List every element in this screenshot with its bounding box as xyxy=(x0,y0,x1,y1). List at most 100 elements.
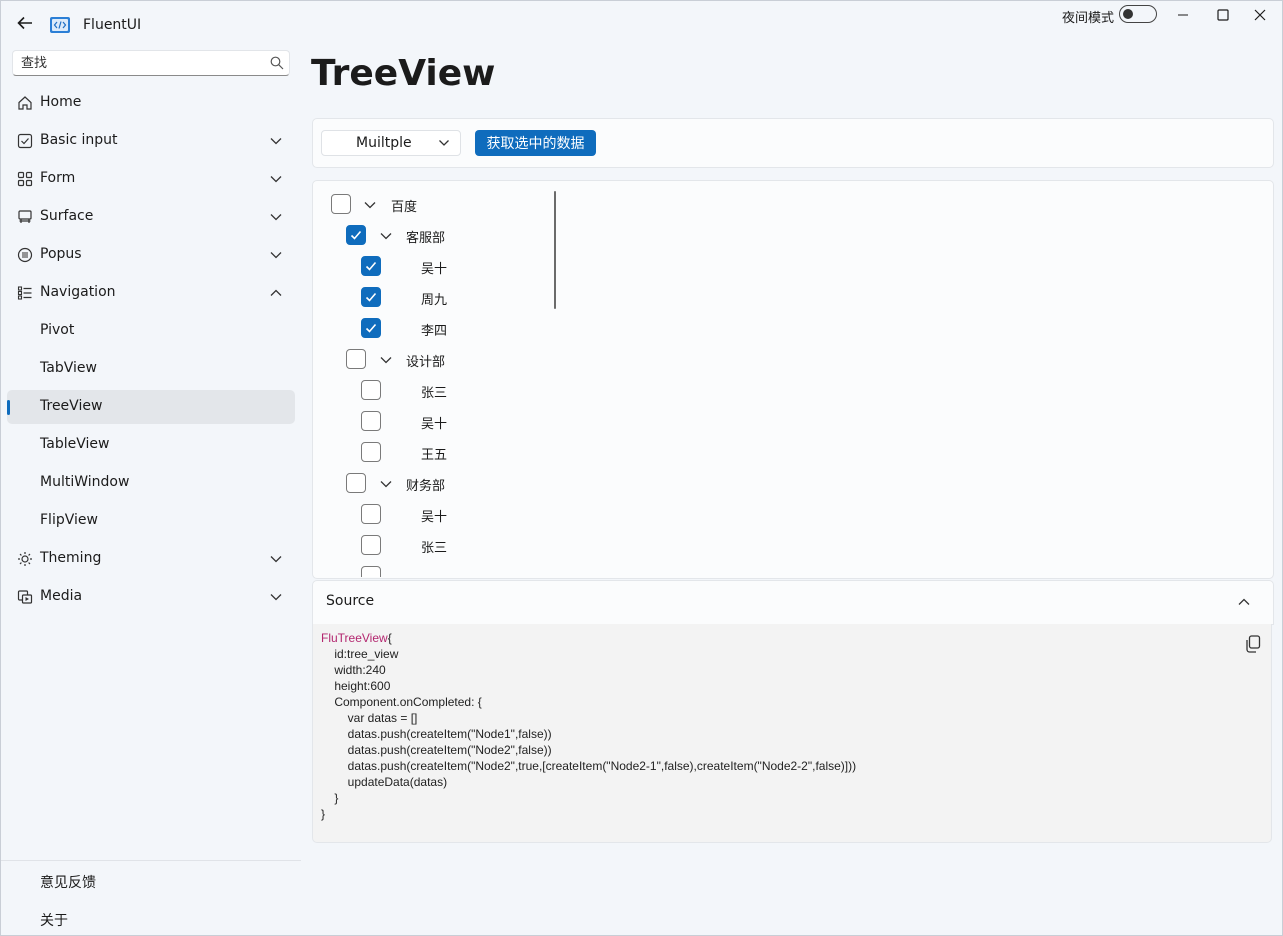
code-body: { id:tree_view width:240 height:600 Comp… xyxy=(321,631,857,821)
checkmark-icon xyxy=(365,292,377,302)
nav-item-label: TableView xyxy=(40,436,110,452)
copy-icon[interactable] xyxy=(1243,634,1263,654)
nav-item-label: Basic input xyxy=(40,132,118,148)
select-mode-value: Muiltple xyxy=(356,135,412,151)
nav-item-home[interactable]: Home xyxy=(7,86,295,120)
search-icon[interactable] xyxy=(270,56,284,70)
nav-item-media[interactable]: Media xyxy=(7,580,295,614)
feedback-link[interactable]: 意见反馈 xyxy=(40,872,96,892)
nav-item-label: Home xyxy=(40,94,82,110)
tree-checkbox[interactable] xyxy=(361,535,381,555)
nav-item-popus[interactable]: Popus xyxy=(7,238,295,272)
get-selected-data-button[interactable]: 获取选中的数据 xyxy=(475,130,596,156)
tree-node[interactable] xyxy=(312,561,552,577)
tree-node-label: 百度 xyxy=(391,200,418,215)
about-link[interactable]: 关于 xyxy=(40,910,68,930)
nav-item-navigation[interactable]: Navigation xyxy=(7,276,295,310)
tree-checkbox[interactable] xyxy=(361,380,381,400)
tree-scrollbar[interactable] xyxy=(554,191,556,309)
tree-checkbox[interactable] xyxy=(361,504,381,524)
tree-node-label: 吴十 xyxy=(421,417,448,432)
select-mode-combobox[interactable]: Muiltple xyxy=(321,130,461,156)
chevron-down-icon xyxy=(270,556,282,563)
chevron-down-icon xyxy=(270,594,282,601)
tree-node-label: 财务部 xyxy=(406,479,446,494)
tree-node[interactable]: 客服部 xyxy=(312,220,552,251)
home-icon xyxy=(18,96,32,110)
nav-item-form[interactable]: Form xyxy=(7,162,295,196)
close-button[interactable] xyxy=(1237,1,1283,29)
tree-view: 百度 客服部 吴十 周九 李四 设计部 张三 吴十 王五 财务部 吴十 张三 xyxy=(312,181,1272,577)
nav-item-treeview[interactable]: TreeView xyxy=(7,390,295,424)
tree-node[interactable]: 吴十 xyxy=(312,499,552,530)
tree-checkbox[interactable] xyxy=(361,318,381,338)
tree-checkbox[interactable] xyxy=(361,411,381,431)
nav-item-label: TreeView xyxy=(40,398,103,414)
tree-node-label: 张三 xyxy=(421,386,448,401)
sidebar-divider xyxy=(1,860,301,861)
minimize-icon xyxy=(1178,14,1188,16)
tree-checkbox[interactable] xyxy=(346,225,366,245)
tree-checkbox[interactable] xyxy=(361,256,381,276)
nav-item-tabview[interactable]: TabView xyxy=(7,352,295,386)
tree-node[interactable]: 周九 xyxy=(312,282,552,313)
close-icon xyxy=(1254,9,1266,21)
chevron-down-icon[interactable] xyxy=(363,198,377,212)
chevron-up-icon[interactable] xyxy=(1237,595,1251,609)
nav-item-label: Popus xyxy=(40,246,82,262)
media-icon xyxy=(17,590,33,604)
tree-node-label: 张三 xyxy=(421,541,448,556)
tree-checkbox[interactable] xyxy=(361,566,381,577)
tree-checkbox[interactable] xyxy=(346,473,366,493)
nav-item-basic-input[interactable]: Basic input xyxy=(7,124,295,158)
tree-node[interactable]: 张三 xyxy=(312,375,552,406)
nav-item-flipview[interactable]: FlipView xyxy=(7,504,295,538)
chevron-down-icon[interactable] xyxy=(379,353,393,367)
tree-checkbox[interactable] xyxy=(331,194,351,214)
tree-node[interactable]: 百度 xyxy=(312,189,552,220)
nav-item-label: Navigation xyxy=(40,284,116,300)
navigation-icon xyxy=(17,286,32,300)
grid-icon xyxy=(17,171,33,187)
tree-node[interactable]: 吴十 xyxy=(312,406,552,437)
tree-node[interactable]: 吴十 xyxy=(312,251,552,282)
nav-item-surface[interactable]: Surface xyxy=(7,200,295,234)
search-box[interactable] xyxy=(12,50,290,76)
nav-item-label: Theming xyxy=(40,550,102,566)
code-keyword: FluTreeView xyxy=(321,631,388,645)
tree-checkbox[interactable] xyxy=(361,442,381,462)
nav-item-label: MultiWindow xyxy=(40,474,130,490)
back-button[interactable] xyxy=(15,13,35,33)
tree-node[interactable]: 设计部 xyxy=(312,344,552,375)
nav-item-label: Form xyxy=(40,170,76,186)
tree-checkbox[interactable] xyxy=(346,349,366,369)
checkmark-icon xyxy=(365,323,377,333)
nav-item-multiwindow[interactable]: MultiWindow xyxy=(7,466,295,500)
tree-node[interactable]: 张三 xyxy=(312,530,552,561)
arrow-left-icon xyxy=(17,16,32,30)
maximize-icon xyxy=(1217,9,1229,21)
chevron-down-icon[interactable] xyxy=(379,477,393,491)
source-header[interactable] xyxy=(312,580,1274,625)
app-title: FluentUI xyxy=(83,17,142,33)
tree-checkbox[interactable] xyxy=(361,287,381,307)
chevron-down-icon xyxy=(270,252,282,259)
night-mode-toggle[interactable] xyxy=(1119,5,1157,23)
nav-item-label: Media xyxy=(40,588,83,604)
nav-item-pivot[interactable]: Pivot xyxy=(7,314,295,348)
chevron-down-icon[interactable] xyxy=(379,229,393,243)
source-code: FluTreeView{ id:tree_view width:240 heig… xyxy=(321,630,856,822)
nav-item-theming[interactable]: Theming xyxy=(7,542,295,576)
tree-node-label: 李四 xyxy=(421,324,448,339)
search-input[interactable] xyxy=(21,53,261,73)
tree-node[interactable]: 财务部 xyxy=(312,468,552,499)
app-logo-icon xyxy=(50,17,70,33)
chevron-up-icon xyxy=(270,289,282,296)
sun-icon xyxy=(18,552,32,566)
nav-item-tableview[interactable]: TableView xyxy=(7,428,295,462)
tree-node[interactable]: 王五 xyxy=(312,437,552,468)
surface-icon xyxy=(18,210,32,223)
tree-node[interactable]: 李四 xyxy=(312,313,552,344)
toggle-knob xyxy=(1123,9,1133,19)
chevron-down-icon xyxy=(270,176,282,183)
